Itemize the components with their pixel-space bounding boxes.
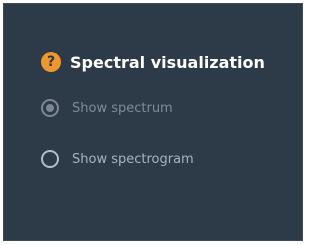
show-spectrogram-option[interactable]: Show spectrogram — [41, 150, 194, 168]
show-spectrum-label: Show spectrum — [72, 100, 173, 116]
panel-title: Spectral visualization — [70, 52, 265, 72]
question-mark-icon[interactable]: ? — [41, 52, 61, 72]
radio-selected-icon[interactable] — [41, 99, 59, 117]
radio-unselected-icon[interactable] — [41, 150, 59, 168]
panel-header: ? Spectral visualization — [41, 52, 265, 72]
show-spectrum-option[interactable]: Show spectrum — [41, 99, 173, 117]
spectral-visualization-panel: ? Spectral visualization Show spectrum S… — [3, 3, 303, 241]
show-spectrogram-label: Show spectrogram — [72, 151, 194, 167]
